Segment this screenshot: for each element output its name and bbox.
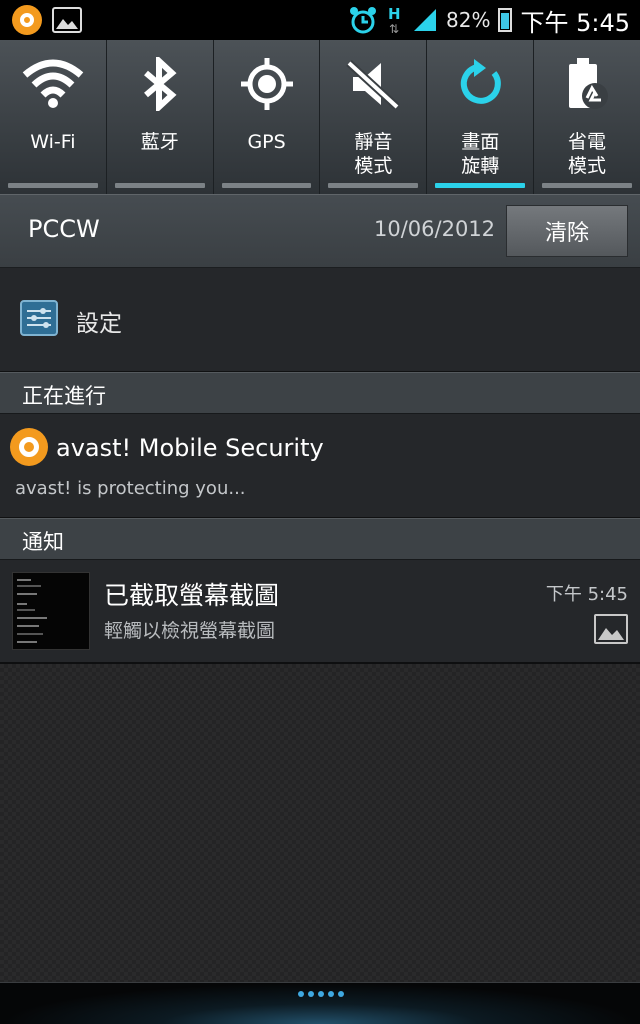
avast-notification[interactable]: avast! Mobile Security avast! is protect… (0, 414, 640, 518)
avast-app-icon (10, 428, 48, 466)
toggle-indicator-active (435, 183, 526, 188)
screenshot-status-icon (52, 7, 82, 33)
battery-percent: 82% (446, 8, 491, 32)
toggle-label: 省電 模式 (568, 131, 607, 177)
clear-button[interactable]: 清除 (506, 205, 628, 257)
notification-title: avast! Mobile Security (56, 434, 324, 462)
toggle-silent-mode[interactable]: 靜音 模式 (320, 40, 428, 194)
image-icon (594, 614, 628, 644)
toggle-screen-rotation[interactable]: 畫面 旋轉 (427, 40, 535, 194)
notifications-section-header: 通知 (0, 518, 640, 560)
toggle-bluetooth[interactable]: 藍牙 (107, 40, 214, 194)
toggle-label: 藍牙 (140, 131, 179, 153)
toggle-indicator (328, 183, 419, 188)
toggle-wifi[interactable]: Wi-Fi (0, 40, 107, 194)
toggle-label: 畫面 旋轉 (461, 131, 500, 177)
mute-icon (341, 52, 405, 116)
network-type-indicator: H ⇅ (388, 5, 401, 36)
toggle-label: Wi-Fi (30, 131, 76, 153)
section-title: 通知 (22, 530, 64, 554)
quick-settings-bar: Wi-Fi 藍牙 GPS 靜音 模式 畫面 旋轉 省電 模式 (0, 40, 640, 194)
toggle-indicator (542, 183, 632, 188)
panel-drag-handle[interactable] (0, 982, 640, 1024)
settings-shortcut[interactable]: 設定 (0, 268, 640, 372)
ongoing-section-header: 正在進行 (0, 372, 640, 414)
toggle-power-saving[interactable]: 省電 模式 (534, 40, 640, 194)
toggle-indicator (114, 183, 205, 188)
alarm-icon (350, 7, 377, 34)
notification-title: 已截取螢幕截圖 (104, 581, 280, 610)
notification-time: 下午 5:45 (545, 584, 628, 605)
toggle-indicator (8, 183, 98, 188)
status-bar: H ⇅ 82% 下午 5:45 (0, 0, 640, 40)
date-text: 10/06/2012 (374, 217, 496, 241)
screenshot-thumbnail (12, 572, 90, 650)
power-saving-icon (555, 52, 619, 116)
carrier-name: PCCW (28, 215, 100, 243)
gps-icon (235, 52, 299, 116)
toggle-label: 靜音 模式 (354, 131, 393, 177)
status-time: 下午 5:45 (520, 8, 630, 37)
notification-subtitle: avast! is protecting you... (15, 478, 246, 499)
signal-strength-icon (414, 9, 437, 31)
battery-icon (498, 8, 513, 32)
carrier-row: PCCW 10/06/2012 清除 (0, 194, 640, 268)
avast-status-icon (12, 5, 42, 35)
wifi-icon (21, 52, 85, 116)
handle-dots (298, 991, 344, 997)
rotate-icon (448, 52, 512, 116)
toggle-indicator (221, 183, 312, 188)
notification-subtitle: 輕觸以檢視螢幕截圖 (104, 620, 276, 642)
toggle-gps[interactable]: GPS (214, 40, 321, 194)
notification-empty-area (0, 664, 640, 982)
section-title: 正在進行 (22, 384, 106, 408)
screenshot-notification[interactable]: 已截取螢幕截圖 輕觸以檢視螢幕截圖 下午 5:45 (0, 560, 640, 664)
bluetooth-icon (128, 52, 192, 116)
toggle-label: GPS (247, 131, 286, 153)
settings-icon (20, 300, 58, 336)
settings-label: 設定 (76, 311, 122, 337)
